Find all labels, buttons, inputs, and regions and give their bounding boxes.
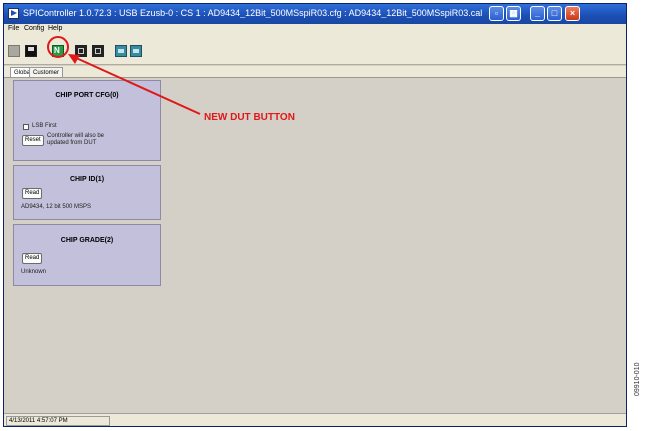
chart-icon[interactable] [130, 45, 142, 57]
note-line-1: Controller will also be [47, 133, 105, 139]
note-line-2: updated from DUT [47, 140, 97, 146]
read-button[interactable]: Read [22, 253, 43, 264]
status-bar: 4/13/2011 4:57:07 PM [4, 413, 626, 426]
load-icon[interactable] [75, 45, 87, 57]
save-icon[interactable] [25, 45, 37, 57]
disabled-tool-icon[interactable] [8, 45, 20, 57]
close-button[interactable]: × [565, 6, 580, 21]
save-config-icon[interactable] [92, 45, 104, 57]
menu-config[interactable]: Config [24, 25, 44, 32]
menu-bar: File Config Help [4, 24, 626, 37]
reset-button[interactable]: Reset [22, 135, 44, 146]
status-timestamp: 4/13/2011 4:57:07 PM [6, 416, 110, 426]
restore-icon[interactable]: ▫ [489, 6, 504, 21]
chip-grade-panel: CHIP GRADE(2) Read Unknown [13, 224, 161, 286]
main-content: CHIP PORT CFG(0) LSB First Reset Control… [4, 77, 626, 413]
maximize-button[interactable]: □ [547, 6, 562, 21]
title-bar: SPIController 1.0.72.3 : USB Ezusb-0 : C… [4, 4, 626, 24]
monitor-icon[interactable] [115, 45, 127, 57]
grid-icon[interactable]: ▦ [506, 6, 521, 21]
chip-id-value: AD9434, 12 bit 500 MSPS [21, 204, 92, 210]
callout-label: NEW DUT BUTTON [204, 112, 295, 123]
read-button[interactable]: Read [22, 188, 43, 199]
chip-grade-value: Unknown [21, 269, 47, 275]
toolbar [4, 37, 626, 65]
panel-title: CHIP GRADE(2) [60, 237, 114, 244]
app-window: SPIController 1.0.72.3 : USB Ezusb-0 : C… [3, 3, 627, 427]
panel-title: CHIP PORT CFG(0) [55, 92, 119, 99]
menu-file[interactable]: File [8, 25, 19, 32]
lsb-first-label: LSB First [32, 123, 57, 129]
window-title: SPIController 1.0.72.3 : USB Ezusb-0 : C… [23, 8, 483, 18]
chip-port-cfg-panel: CHIP PORT CFG(0) LSB First Reset Control… [13, 80, 161, 161]
lsb-first-checkbox[interactable] [23, 124, 29, 130]
menu-help[interactable]: Help [48, 25, 62, 32]
highlight-circle [47, 36, 69, 58]
minimize-button[interactable]: _ [530, 6, 545, 21]
tab-strip: Global Customer [4, 66, 626, 77]
panel-title: CHIP ID(1) [69, 176, 105, 183]
chip-id-panel: CHIP ID(1) Read AD9434, 12 bit 500 MSPS [13, 165, 161, 220]
figure-id: 09910-010 [634, 362, 641, 396]
app-icon [8, 8, 19, 19]
tab-customer[interactable]: Customer [29, 67, 64, 77]
